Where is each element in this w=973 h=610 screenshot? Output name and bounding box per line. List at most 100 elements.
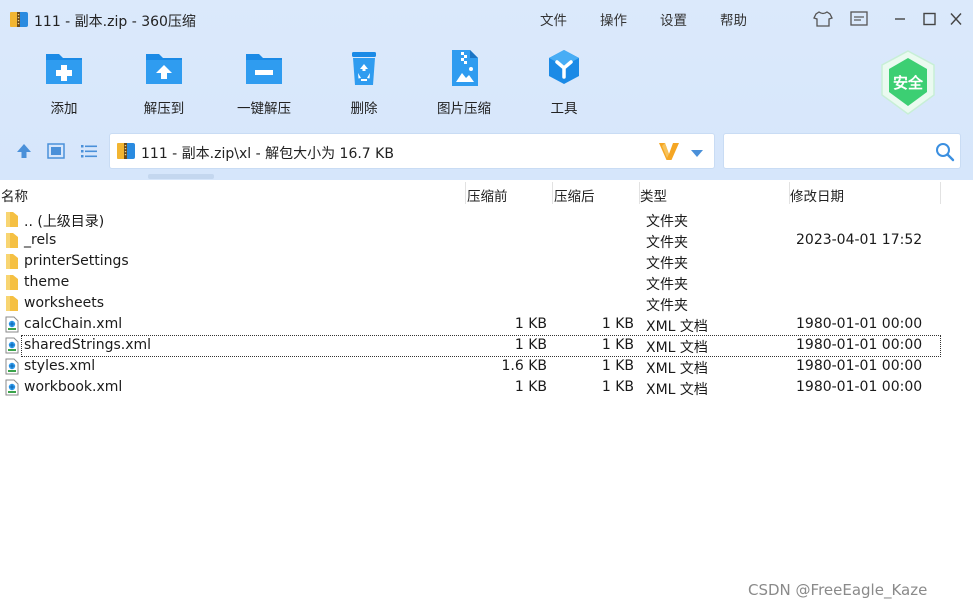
- maximize-icon[interactable]: [919, 10, 939, 28]
- menu-help[interactable]: 帮助: [720, 9, 747, 29]
- column-name[interactable]: 名称: [1, 185, 28, 205]
- search-input[interactable]: [728, 138, 928, 164]
- skin-shirt-icon[interactable]: [813, 10, 833, 28]
- window-title: 111 - 副本.zip - 360压缩: [34, 14, 196, 30]
- delete-button[interactable]: 删除: [326, 46, 402, 122]
- file-size: 1 KB: [601, 337, 634, 353]
- file-name: theme: [24, 274, 70, 290]
- file-type: 文件夹: [646, 214, 688, 230]
- file-name: worksheets: [24, 295, 105, 311]
- zip-archive-icon: [9, 10, 29, 28]
- file-type: XML 文档: [646, 361, 708, 377]
- column-packed[interactable]: 压缩前: [467, 185, 508, 205]
- recycle-bin-icon: [344, 46, 384, 90]
- image-compress-button[interactable]: 图片压缩: [426, 46, 502, 122]
- file-type: XML 文档: [646, 319, 708, 335]
- app-header: 111 - 副本.zip - 360压缩 文件 操作 设置 帮助 添加 解压到 …: [0, 0, 973, 180]
- file-name: printerSettings: [24, 253, 129, 269]
- file-name: calcChain.xml: [24, 316, 123, 332]
- thumbnail-view-icon[interactable]: [46, 142, 66, 160]
- message-icon[interactable]: [849, 10, 869, 28]
- xml-file-icon: [5, 379, 19, 396]
- tools-button[interactable]: 工具: [526, 46, 602, 122]
- security-shield-badge[interactable]: 安全: [876, 48, 940, 118]
- file-modified: 1980-01-01 00:00: [796, 358, 923, 374]
- file-list-header: 名称 压缩前 压缩后 类型 修改日期: [0, 180, 973, 208]
- file-name: sharedStrings.xml: [24, 337, 152, 353]
- extract-folder-icon: [144, 46, 184, 90]
- column-modified[interactable]: 修改日期: [790, 185, 844, 205]
- file-type: XML 文档: [646, 382, 708, 398]
- file-type: 文件夹: [646, 256, 688, 272]
- minimize-icon[interactable]: [890, 10, 910, 28]
- file-name: _rels: [24, 232, 57, 248]
- address-bar[interactable]: 111 - 副本.zip\xl - 解包大小为 16.7 KB: [109, 133, 715, 169]
- file-type: 文件夹: [646, 235, 688, 251]
- chevron-down-icon[interactable]: [690, 146, 704, 157]
- file-packed-size: 1 KB: [514, 379, 547, 395]
- list-item[interactable]: printerSettings 文件夹: [0, 251, 973, 272]
- add-label: 添加: [50, 101, 78, 117]
- file-name: workbook.xml: [24, 379, 123, 395]
- file-type: 文件夹: [646, 298, 688, 314]
- extract-to-label: 解压到: [143, 101, 185, 117]
- xml-file-icon: [5, 316, 19, 333]
- one-click-folder-icon: [244, 46, 284, 90]
- folder-icon: [5, 211, 19, 228]
- up-arrow-icon[interactable]: [14, 142, 34, 160]
- menu-operate[interactable]: 操作: [600, 9, 627, 29]
- tools-box-icon: [544, 46, 584, 90]
- column-divider[interactable]: [552, 182, 553, 204]
- list-item[interactable]: .. (上级目录) 文件夹: [0, 209, 973, 230]
- file-modified: 1980-01-01 00:00: [796, 337, 923, 353]
- file-modified: 1980-01-01 00:00: [796, 379, 923, 395]
- search-icon[interactable]: [935, 142, 955, 162]
- folder-icon: [5, 295, 19, 312]
- file-name: .. (上级目录): [24, 214, 105, 230]
- one-click-extract-button[interactable]: 一键解压: [226, 46, 302, 122]
- image-compress-label: 图片压缩: [437, 101, 491, 117]
- search-box[interactable]: [723, 133, 961, 169]
- toolbar-scroll-handle[interactable]: [148, 174, 214, 179]
- extract-to-button[interactable]: 解压到: [126, 46, 202, 122]
- menu-file[interactable]: 文件: [540, 9, 567, 29]
- safe-badge-label: 安全: [893, 74, 924, 92]
- list-item[interactable]: worksheets 文件夹: [0, 293, 973, 314]
- folder-icon: [5, 253, 19, 270]
- list-item[interactable]: theme 文件夹: [0, 272, 973, 293]
- file-name: styles.xml: [24, 358, 96, 374]
- column-divider[interactable]: [465, 182, 466, 204]
- watermark-text: CSDN @FreeEagle_Kaze: [748, 581, 928, 599]
- xml-file-icon: [5, 358, 19, 375]
- file-packed-size: 1.6 KB: [501, 358, 548, 374]
- file-size: 1 KB: [601, 358, 634, 374]
- file-modified: 1980-01-01 00:00: [796, 316, 923, 332]
- add-button[interactable]: 添加: [26, 46, 102, 122]
- file-packed-size: 1 KB: [514, 337, 547, 353]
- column-type[interactable]: 类型: [640, 185, 667, 205]
- file-packed-size: 1 KB: [514, 316, 547, 332]
- file-type: 文件夹: [646, 277, 688, 293]
- file-size: 1 KB: [601, 379, 634, 395]
- column-size[interactable]: 压缩后: [554, 185, 595, 205]
- list-item-focused[interactable]: sharedStrings.xml 1 KB 1 KB XML 文档 1980-…: [0, 335, 973, 357]
- menu-settings[interactable]: 设置: [660, 9, 687, 29]
- column-divider[interactable]: [940, 182, 941, 204]
- list-item[interactable]: workbook.xml 1 KB 1 KB XML 文档 1980-01-01…: [0, 377, 973, 398]
- close-icon[interactable]: [946, 10, 966, 28]
- file-type: XML 文档: [646, 340, 708, 356]
- one-click-extract-label: 一键解压: [237, 101, 291, 117]
- title-bar: 111 - 副本.zip - 360压缩 文件 操作 设置 帮助: [0, 0, 973, 38]
- folder-icon: [5, 274, 19, 291]
- delete-label: 删除: [350, 101, 378, 117]
- list-item[interactable]: _rels 文件夹 2023-04-01 17:52: [0, 230, 973, 251]
- list-view-icon[interactable]: [79, 142, 99, 160]
- folder-icon: [5, 232, 19, 249]
- v-logo-icon[interactable]: [658, 141, 680, 161]
- file-modified: 2023-04-01 17:52: [796, 232, 923, 248]
- tools-label: 工具: [550, 101, 578, 117]
- file-size: 1 KB: [601, 316, 634, 332]
- list-item[interactable]: calcChain.xml 1 KB 1 KB XML 文档 1980-01-0…: [0, 314, 973, 335]
- zip-archive-icon: [116, 142, 136, 160]
- list-item[interactable]: styles.xml 1.6 KB 1 KB XML 文档 1980-01-01…: [0, 356, 973, 377]
